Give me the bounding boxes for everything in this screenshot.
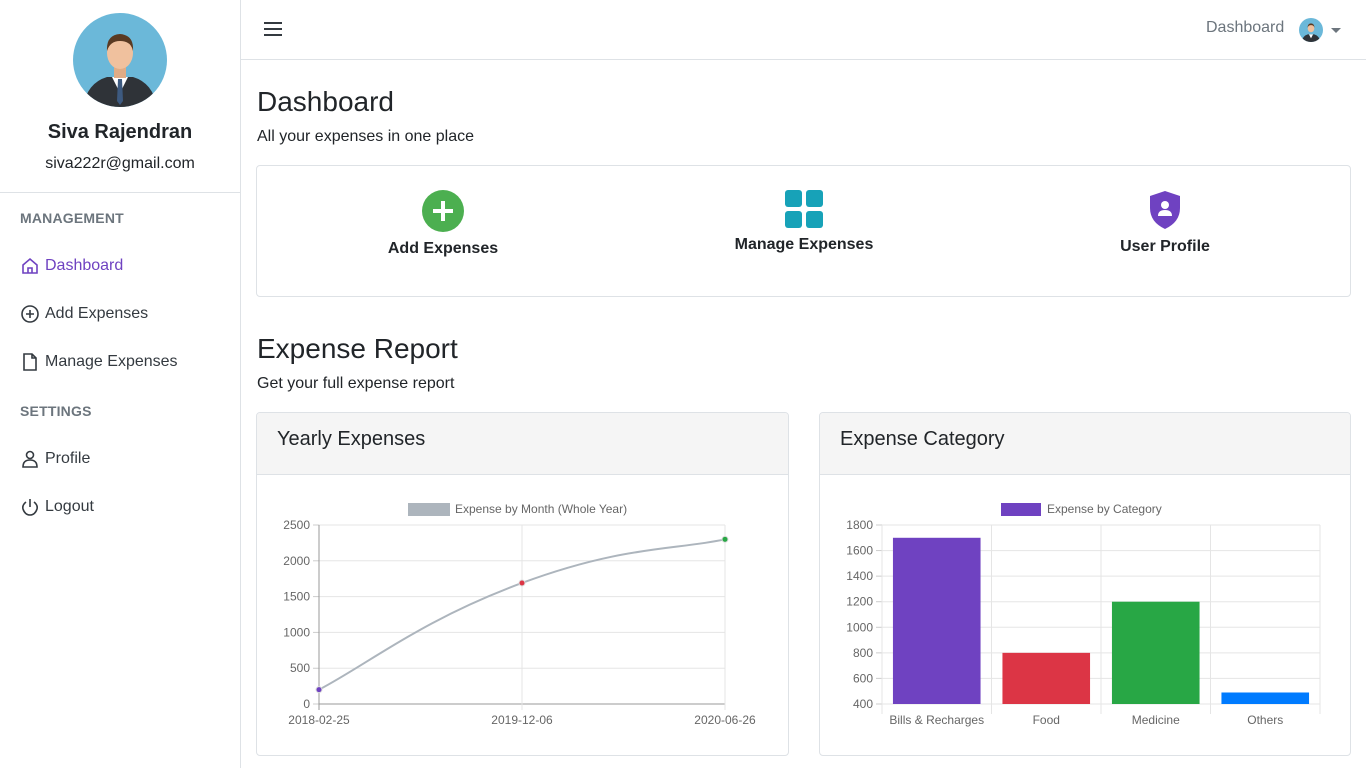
topbar-dashboard-link[interactable]: Dashboard [1206, 19, 1284, 37]
user-email: siva222r@gmail.com [45, 155, 195, 172]
quick-actions-card: Add Expenses Manage Expenses User Profil… [256, 165, 1351, 297]
bar [1221, 692, 1310, 704]
chevron-down-icon [1331, 27, 1341, 33]
x-tick-label: Medicine [1132, 713, 1180, 727]
sidebar-item-label: Dashboard [45, 257, 124, 274]
user-menu-toggle[interactable] [1299, 18, 1341, 42]
data-point [315, 686, 323, 694]
data-point [518, 579, 526, 587]
sidebar-item-label: Logout [45, 498, 94, 515]
action-label: User Profile [1120, 238, 1210, 255]
legend-label: Expense by Category [1047, 502, 1162, 516]
plus-circle-icon [21, 305, 39, 323]
y-tick-label: 1000 [283, 625, 310, 639]
report-subtitle: Get your full expense report [257, 375, 455, 392]
person-icon [22, 450, 38, 468]
y-tick-label: 1600 [846, 544, 873, 558]
card-title: Yearly Expenses [257, 413, 788, 475]
page-title: Dashboard [257, 86, 394, 117]
sidebar: Siva Rajendran siva222r@gmail.com MANAGE… [0, 0, 241, 768]
user-profile-action[interactable]: User Profile [1065, 190, 1265, 256]
x-tick-label: Bills & Recharges [889, 713, 984, 727]
page-subtitle: All your expenses in one place [257, 128, 475, 145]
sidebar-item-logout[interactable]: Logout [20, 495, 94, 519]
hamburger-menu-icon[interactable] [263, 20, 283, 38]
sidebar-item-label: Profile [45, 450, 91, 467]
action-label: Add Expenses [387, 240, 499, 257]
bar [1111, 601, 1200, 704]
sidebar-item-label: Add Expenses [45, 305, 149, 322]
add-expenses-action[interactable]: Add Expenses [343, 190, 543, 258]
sidebar-item-dashboard[interactable]: Dashboard [20, 254, 123, 278]
y-tick-label: 1400 [846, 569, 873, 583]
file-icon [23, 353, 37, 371]
data-point [721, 535, 729, 543]
sidebar-item-profile[interactable]: Profile [20, 447, 90, 471]
expense-category-card: Expense Category Expense by Category 400 6… [819, 412, 1351, 756]
topbar: Dashboard [241, 0, 1366, 60]
user-name: Siva Rajendran [47, 121, 193, 143]
x-tick-label: 2018-02-25 [288, 713, 350, 727]
y-tick-label: 1200 [846, 595, 873, 609]
x-tick-label: 2019-12-06 [491, 713, 553, 727]
power-icon [22, 499, 38, 516]
legend-swatch [1001, 503, 1041, 516]
y-tick-label: 1800 [846, 518, 873, 532]
user-avatar [73, 13, 167, 107]
legend-label: Expense by Month (Whole Year) [455, 502, 627, 516]
y-tick-label: 500 [290, 661, 310, 675]
yearly-expenses-card: Yearly Expenses Expense by Month (Whole … [256, 412, 789, 756]
settings-heading: SETTINGS [20, 403, 92, 419]
plus-circle-icon [422, 190, 464, 232]
report-title: Expense Report [257, 333, 458, 364]
bar [1002, 652, 1091, 704]
card-title: Expense Category [820, 413, 1350, 475]
legend-swatch [408, 503, 450, 516]
action-label: Manage Expenses [734, 236, 874, 253]
shield-user-icon [1150, 191, 1180, 229]
sidebar-item-add-expenses[interactable]: Add Expenses [20, 302, 148, 326]
y-tick-label: 2500 [283, 518, 310, 532]
y-tick-label: 600 [853, 671, 873, 685]
x-tick-label: 2020-06-26 [694, 713, 756, 727]
y-tick-label: 2000 [283, 554, 310, 568]
management-heading: MANAGEMENT [20, 210, 124, 226]
x-tick-label: Others [1247, 713, 1283, 727]
manage-expenses-action[interactable]: Manage Expenses [704, 190, 904, 254]
x-tick-label: Food [1033, 713, 1060, 727]
sidebar-item-manage-expenses[interactable]: Manage Expenses [20, 350, 178, 374]
yearly-expenses-chart: Expense by Month (Whole Year) 0 500 1000 150… [283, 502, 756, 727]
grid-icon [785, 190, 823, 228]
sidebar-profile: Siva Rajendran siva222r@gmail.com [0, 0, 240, 193]
sidebar-item-label: Manage Expenses [45, 353, 178, 370]
home-icon [22, 257, 38, 274]
y-tick-label: 400 [853, 697, 873, 711]
y-tick-label: 1500 [283, 590, 310, 604]
user-avatar-small [1299, 18, 1323, 42]
y-tick-label: 1000 [846, 620, 873, 634]
expense-category-chart: Expense by Category 400 600 800 1000 1200 1400… [846, 502, 1321, 727]
bar [892, 537, 981, 704]
y-tick-label: 0 [303, 697, 310, 711]
y-tick-label: 800 [853, 646, 873, 660]
